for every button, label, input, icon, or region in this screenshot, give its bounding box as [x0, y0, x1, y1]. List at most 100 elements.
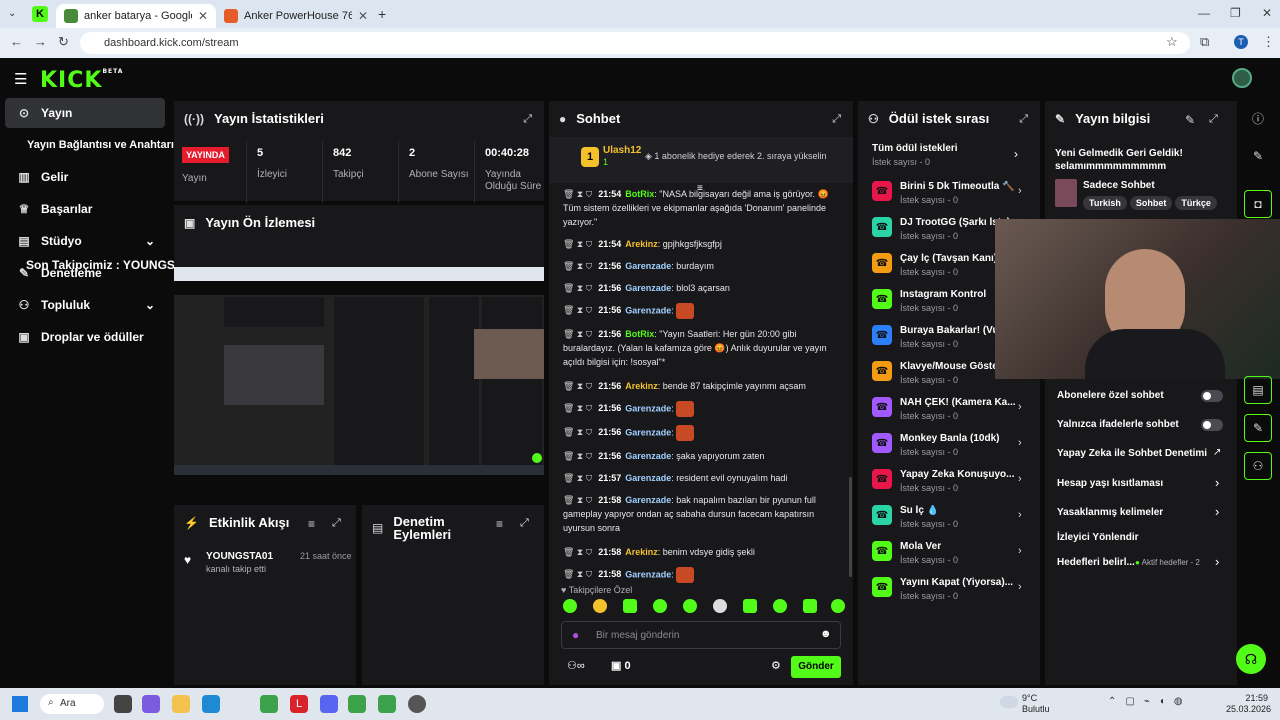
subs-only-toggle[interactable] [1201, 390, 1223, 402]
expand-icon[interactable]: ⤢ [332, 517, 341, 530]
sidebar-item-basarilar[interactable]: ♕ Başarılar [5, 194, 165, 224]
hamburger-menu-icon[interactable]: ☰ [14, 70, 27, 88]
edit-icon[interactable]: ✎ [1185, 113, 1195, 127]
app-l-icon[interactable]: L [290, 695, 308, 713]
reload-icon[interactable]: ↻ [58, 34, 69, 50]
chevron-right-icon[interactable]: › [1215, 554, 1219, 569]
info-row-banned-words[interactable]: Yasaklanmış kelimeler [1057, 507, 1227, 518]
menu-dots-icon[interactable]: ⋮ [1262, 34, 1275, 50]
window-close-icon[interactable]: ✕ [1262, 6, 1272, 20]
message-user[interactable]: Garenzade [625, 403, 671, 413]
reward-item[interactable]: ☎ Birini 5 Dk Timeoutla 🔨 İstek sayısı - 0… [872, 181, 1030, 211]
profile-avatar[interactable]: T [1234, 35, 1248, 49]
weather-widget[interactable]: 9°C Bulutlu [1022, 693, 1050, 715]
emote-icon[interactable] [623, 599, 637, 613]
camera-icon[interactable]: ◘ [1244, 190, 1272, 218]
mod-actions-icon[interactable]: 🗑 ⧗ ⛉ [563, 261, 592, 271]
emote-icon[interactable] [683, 599, 697, 613]
info-row-account-age[interactable]: Hesap yaşı kısıtlaması [1057, 478, 1227, 489]
message-user[interactable]: Garenzade [625, 569, 671, 579]
emote-icon[interactable] [831, 599, 845, 613]
windows-start-icon[interactable] [12, 696, 28, 712]
emote-icon[interactable] [743, 599, 757, 613]
message-user[interactable]: Garenzade [625, 283, 671, 293]
sidebar-item-topluluk[interactable]: ⚇ Topluluk ⌄ [5, 290, 165, 320]
message-user[interactable]: Garenzade [625, 427, 671, 437]
filter-icon[interactable]: ≡ [308, 517, 315, 531]
expand-icon[interactable]: ⤢ [1209, 113, 1218, 126]
info-icon[interactable]: ⓘ [1244, 104, 1272, 132]
forward-icon[interactable]: → [34, 34, 47, 49]
task-view-icon[interactable] [114, 695, 132, 713]
sidebar-item-gelir[interactable]: ▥ Gelir [5, 162, 165, 192]
chrome-active-icon[interactable] [348, 695, 366, 713]
close-icon[interactable]: ✕ [198, 9, 208, 23]
filter-icon[interactable]: ≡ [496, 517, 503, 531]
chat-settings-icon[interactable]: ⚙ [771, 659, 781, 672]
kick-logo[interactable]: KICKBETA [40, 68, 123, 93]
reward-item[interactable]: ☎ Yayını Kapat (Yiyorsa)... İstek sayısı -… [872, 577, 1030, 607]
sidebar-item-stream-key[interactable]: Yayın Bağlantısı ve Anahtarı [5, 130, 174, 160]
user-avatar[interactable] [1232, 68, 1252, 88]
reward-item[interactable]: ☎ Monkey Banla (10dk) İstek sayısı - 0 › [872, 433, 1030, 463]
support-headset-icon[interactable]: ☊ [1236, 644, 1266, 674]
tab-google-shopping[interactable]: anker batarya - Google Alışveriş ✕ [56, 4, 216, 28]
taskbar-search[interactable]: ⌕ Ara [40, 694, 104, 714]
message-user[interactable]: Garenzade [625, 495, 671, 505]
microphone-icon[interactable]: ● [572, 628, 579, 642]
edge-icon[interactable] [202, 695, 220, 713]
mod-actions-icon[interactable]: 🗑 ⧗ ⛉ [563, 329, 592, 339]
all-rewards-row[interactable]: Tüm ödül istekleri İstek sayısı - 0 › [872, 143, 1032, 167]
message-user[interactable]: BotRix [625, 189, 654, 199]
community-icon[interactable]: ⚇ [1244, 452, 1272, 480]
reward-item[interactable]: ☎ Mola Ver İstek sayısı - 0 › [872, 541, 1030, 571]
external-link-icon[interactable]: ↗ [1213, 447, 1221, 458]
mod-actions-icon[interactable]: 🗑 ⧗ ⛉ [563, 451, 592, 461]
reward-item[interactable]: ☎ NAH ÇEK! (Kamera Ka... İstek sayısı - 0 › [872, 397, 1030, 427]
info-row-ai-moderation[interactable]: Yapay Zeka ile Sohbet Denetimi [1057, 448, 1227, 459]
tab-list-icon[interactable]: ⌄ [8, 8, 16, 19]
layout-icon[interactable]: ▤ [1244, 376, 1272, 404]
sidebar-item-yayin[interactable]: ⊙ Yayın [5, 98, 165, 128]
minimize-icon[interactable]: — [1198, 6, 1210, 20]
reward-item[interactable]: ☎ Su İç 💧 İstek sayısı - 0 › [872, 505, 1030, 535]
emote-icon[interactable] [803, 599, 817, 613]
mod-actions-icon[interactable]: 🗑 ⧗ ⛉ [563, 495, 592, 505]
extensions-icon[interactable]: ⧉ [1200, 34, 1209, 50]
message-user[interactable]: Garenzade [625, 473, 671, 483]
mod-actions-icon[interactable]: 🗑 ⧗ ⛉ [563, 189, 592, 199]
emote-only-toggle[interactable] [1201, 419, 1223, 431]
message-user[interactable]: Arekinz [625, 381, 658, 391]
mod-actions-icon[interactable]: 🗑 ⧗ ⛉ [563, 305, 592, 315]
discord-icon[interactable] [320, 695, 338, 713]
mod-actions-icon[interactable]: 🗑 ⧗ ⛉ [563, 381, 592, 391]
message-user[interactable]: Garenzade [625, 261, 671, 271]
mod-actions-icon[interactable]: 🗑 ⧗ ⛉ [563, 569, 592, 579]
maximize-icon[interactable]: ❐ [1230, 6, 1241, 20]
file-explorer-icon[interactable] [172, 695, 190, 713]
mod-actions-icon[interactable]: 🗑 ⧗ ⛉ [563, 473, 592, 483]
reward-item[interactable]: ☎ Yapay Zeka Konuşuyo... İstek sayısı - 0 › [872, 469, 1030, 499]
mod-actions-icon[interactable]: 🗑 ⧗ ⛉ [563, 239, 592, 249]
emote-icon[interactable] [773, 599, 787, 613]
sidebar-item-droplar[interactable]: ▣ Droplar ve ödüller [5, 322, 165, 352]
copilot-icon[interactable] [142, 695, 160, 713]
points-icon[interactable]: ⚇∞ [567, 659, 585, 672]
expand-icon[interactable]: ⤢ [520, 517, 529, 530]
bookmark-star-icon[interactable]: ☆ [1166, 34, 1178, 50]
info-row-raid[interactable]: İzleyici Yönlendir [1057, 532, 1227, 543]
system-tray-icons[interactable]: ⌃▢⌁◖◍ [1108, 696, 1192, 707]
mod-actions-icon[interactable]: 🗑 ⧗ ⛉ [563, 427, 592, 437]
message-user[interactable]: Garenzade [625, 451, 671, 461]
address-bar[interactable]: dashboard.kick.com/stream [80, 32, 1190, 54]
new-tab-button[interactable]: + [378, 6, 386, 22]
chat-scrollbar[interactable] [849, 477, 852, 577]
tool-icon[interactable]: ✎ [1244, 414, 1272, 442]
close-icon[interactable]: ✕ [358, 9, 368, 23]
chrome-icon[interactable] [260, 695, 278, 713]
mod-actions-icon[interactable]: 🗑 ⧗ ⛉ [563, 283, 592, 293]
sidebar-item-studyo[interactable]: ▤ Stüdyo ⌄ [5, 226, 165, 256]
kick-pinned-tab[interactable]: K [32, 6, 48, 22]
expand-icon[interactable]: ⤢ [523, 113, 532, 126]
emote-icon[interactable] [593, 599, 607, 613]
